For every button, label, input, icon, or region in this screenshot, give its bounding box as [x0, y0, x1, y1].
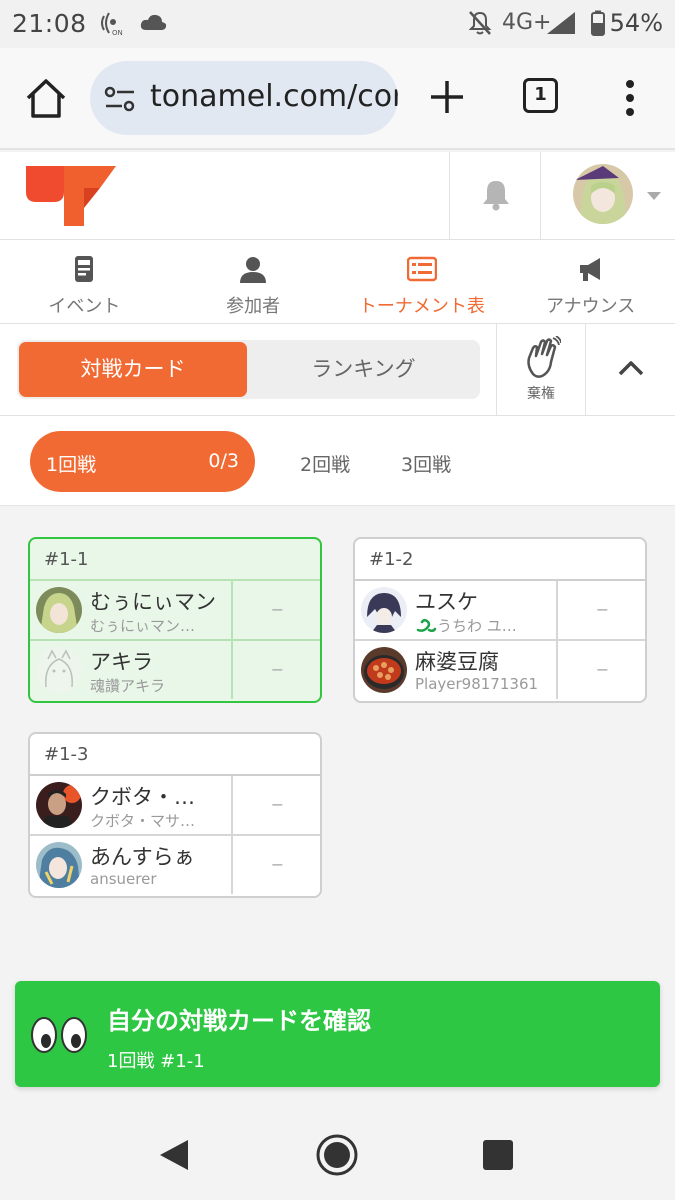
player-name: ユスケ — [415, 590, 478, 614]
round-tab-3[interactable]: 3回戦 — [401, 450, 451, 477]
home-circle-icon[interactable] — [315, 1133, 359, 1177]
battery-percent: 54% — [609, 9, 663, 37]
waving-hand-icon — [527, 336, 561, 378]
round-selector: 1回戦 0/3 2回戦 3回戦 — [0, 416, 675, 506]
match-id: #1-2 — [355, 539, 645, 581]
chevron-up-icon — [618, 361, 644, 376]
collapse-button[interactable] — [587, 324, 675, 416]
player-account: クボタ・マサ… — [90, 812, 196, 830]
bell-icon — [483, 181, 509, 211]
user-avatar — [573, 164, 633, 224]
player-name: むぅにぃマン — [90, 590, 216, 614]
player-score: − — [556, 581, 645, 639]
player-avatar — [36, 587, 82, 633]
address-bar[interactable]: tonamel.com/cor — [90, 61, 398, 135]
round-progress: 0/3 — [208, 450, 239, 472]
player-name: クボタ・… — [90, 785, 195, 809]
match-player-row[interactable]: ユスケ うちわ ユ… − — [355, 581, 645, 641]
round-tab-active[interactable]: 1回戦 0/3 — [30, 431, 255, 492]
snake-icon — [416, 618, 437, 633]
tab-announce[interactable]: アナウンス — [506, 240, 675, 323]
tab-participants-label: 参加者 — [226, 296, 281, 317]
banner-title: 自分の対戦カードを確認 — [107, 1007, 371, 1035]
chevron-down-icon — [647, 192, 661, 200]
player-account: 魂讚アキラ — [90, 677, 166, 695]
notifications-off-icon — [468, 11, 492, 35]
status-time: 21:08 — [12, 9, 87, 38]
banner-subtitle: 1回戦 #1-1 — [107, 1051, 205, 1072]
player-avatar — [361, 587, 407, 633]
bracket-list-icon — [406, 256, 437, 282]
url-text: tonamel.com/cor — [150, 79, 398, 114]
view-switch: 対戦カード ランキング — [17, 340, 480, 399]
megaphone-icon — [579, 258, 600, 281]
battery-icon — [591, 10, 605, 36]
person-icon — [240, 257, 267, 283]
notifications-button[interactable] — [449, 152, 541, 240]
my-match-card-button[interactable]: 自分の対戦カードを確認 1回戦 #1-1 — [15, 981, 660, 1087]
tab-bracket-label: トーナメント表 — [358, 296, 485, 317]
site-settings-icon[interactable] — [104, 85, 136, 113]
match-player-row[interactable]: あんすらぁ ansuerer − — [30, 836, 320, 896]
forfeit-label: 棄権 — [527, 386, 555, 402]
match-player-row[interactable]: 麻婆豆腐 Player98171361 − — [355, 641, 645, 701]
tab-event[interactable]: イベント — [0, 240, 169, 323]
player-score: − — [231, 776, 320, 834]
event-nav-tabs: イベント 参加者 トーナメント表 アナウンス — [0, 240, 675, 324]
cloud-icon — [140, 14, 167, 30]
match-card[interactable]: #1-2 ユスケ うちわ ユ… − 麻婆豆腐 Player98171361 − — [353, 537, 647, 703]
player-avatar — [36, 647, 82, 693]
back-icon[interactable] — [158, 1138, 190, 1172]
player-avatar — [36, 782, 82, 828]
player-account-text: うちわ ユ… — [437, 617, 517, 635]
match-id: #1-1 — [30, 539, 320, 581]
account-menu[interactable] — [542, 152, 675, 240]
player-score: − — [231, 581, 320, 639]
player-name: 麻婆豆腐 — [415, 650, 499, 674]
player-name: アキラ — [90, 650, 153, 674]
match-player-row[interactable]: クボタ・… クボタ・マサ… − — [30, 776, 320, 836]
svg-text:ON: ON — [112, 29, 123, 36]
tab-switcher-button[interactable]: 1 — [523, 78, 558, 113]
match-id: #1-3 — [30, 734, 320, 776]
forfeit-button[interactable]: 棄権 — [496, 324, 586, 416]
tab-event-label: イベント — [48, 296, 121, 317]
site-header — [0, 152, 675, 240]
browser-toolbar: tonamel.com/cor 1 — [0, 48, 675, 150]
signal-icon — [547, 12, 575, 34]
player-score: − — [556, 641, 645, 699]
eyes-icon — [31, 1017, 87, 1053]
round-name: 1回戦 — [46, 454, 97, 476]
match-player-row[interactable]: アキラ 魂讚アキラ − — [30, 641, 320, 701]
player-score: − — [231, 641, 320, 699]
player-account: むぅにぃマン… — [90, 617, 196, 635]
event-document-icon — [75, 256, 94, 282]
player-avatar — [36, 842, 82, 888]
home-icon[interactable] — [24, 76, 68, 120]
player-account: うちわ ユ… — [415, 615, 553, 636]
more-menu-icon[interactable] — [620, 76, 640, 120]
round-tab-2[interactable]: 2回戦 — [300, 450, 350, 477]
player-account: Player98171361 — [415, 675, 539, 693]
tab-announce-label: アナウンス — [545, 296, 636, 317]
player-account: ansuerer — [90, 870, 157, 888]
match-player-row[interactable]: むぅにぃマン むぅにぃマン… − — [30, 581, 320, 641]
player-score: − — [231, 836, 320, 894]
player-name: あんすらぁ — [90, 845, 195, 869]
new-tab-icon[interactable] — [428, 78, 466, 116]
match-card[interactable]: #1-3 クボタ・… クボタ・マサ… − あんすらぁ ansuerer − — [28, 732, 322, 898]
status-bar: 21:08 ON 4G+ 54% — [0, 0, 675, 48]
tonamel-logo-icon[interactable] — [24, 162, 118, 228]
tab-participants[interactable]: 参加者 — [169, 240, 338, 323]
view-toolbar: 対戦カード ランキング 棄権 — [0, 324, 675, 416]
recents-icon[interactable] — [482, 1139, 514, 1171]
match-card[interactable]: #1-1 むぅにぃマン むぅにぃマン… − アキラ 魂讚アキラ − — [28, 537, 322, 703]
player-avatar — [361, 647, 407, 693]
nfc-icon: ON — [101, 12, 123, 36]
system-navigation-bar — [0, 1110, 675, 1200]
segment-match-cards[interactable]: 対戦カード — [19, 342, 247, 397]
segment-ranking[interactable]: ランキング — [249, 342, 478, 397]
tab-bracket[interactable]: トーナメント表 — [338, 240, 507, 323]
